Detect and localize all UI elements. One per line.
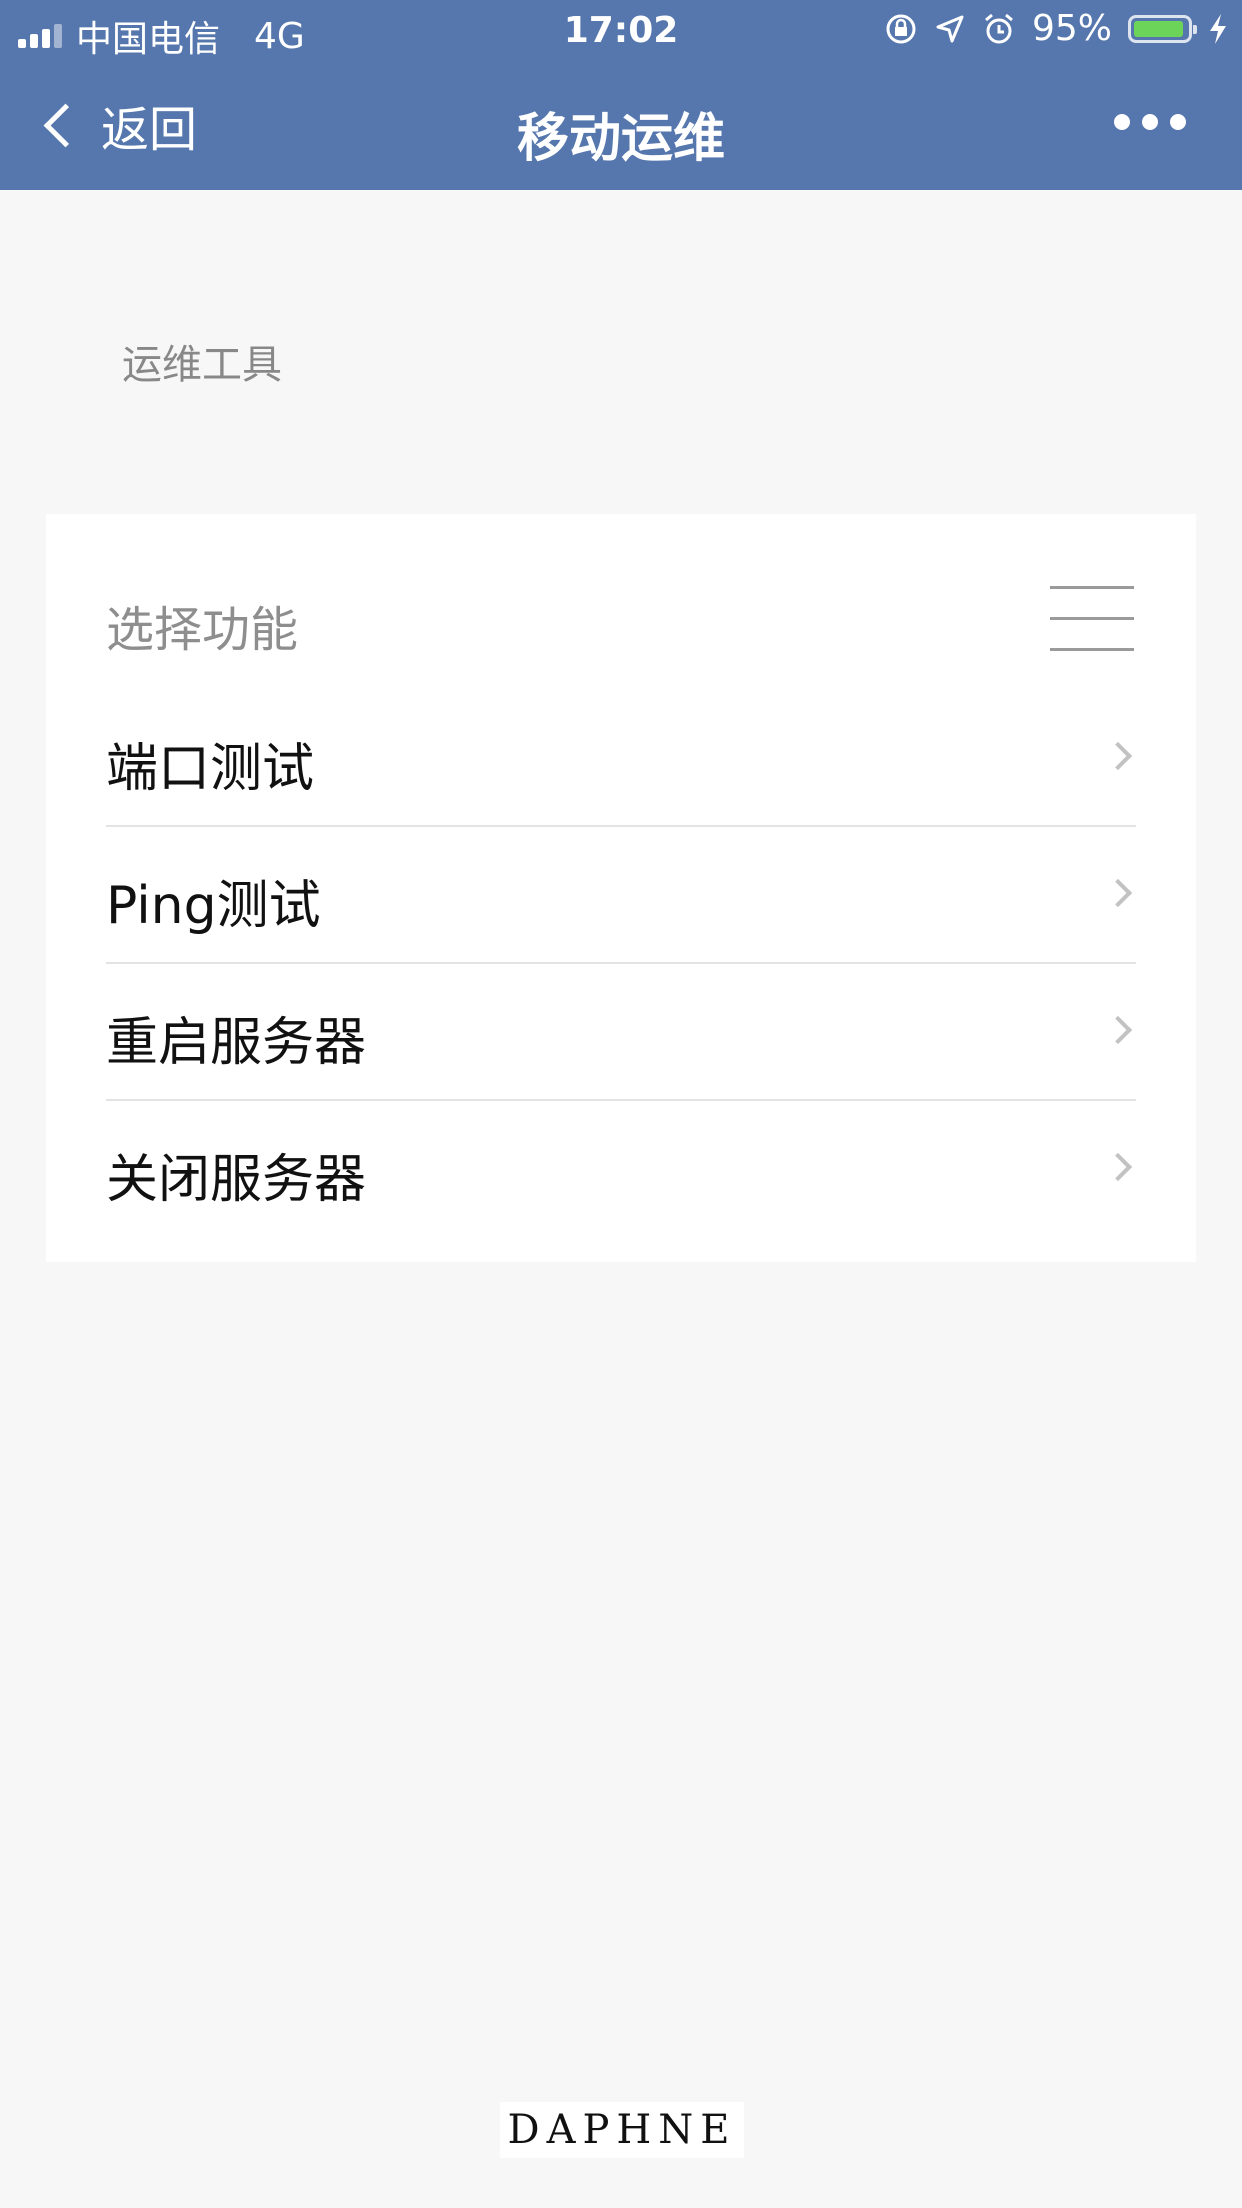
list-item-ping-test[interactable]: Ping测试 bbox=[106, 825, 1136, 962]
status-right: 95% bbox=[884, 8, 1228, 49]
section-label: 运维工具 bbox=[122, 342, 282, 388]
function-card: 选择功能 端口测试 Ping测试 重启服务器 关闭服务器 bbox=[46, 514, 1196, 1262]
orientation-lock-icon bbox=[886, 14, 916, 43]
chevron-right-icon bbox=[1103, 1152, 1133, 1182]
chevron-right-icon bbox=[1103, 741, 1133, 771]
function-list: 端口测试 Ping测试 重启服务器 关闭服务器 bbox=[106, 690, 1136, 1236]
location-icon bbox=[936, 15, 964, 42]
battery-fill bbox=[1134, 20, 1184, 37]
nav-bar: 返回 移动运维 bbox=[0, 62, 1242, 190]
card-header: 选择功能 bbox=[106, 602, 299, 658]
more-options-icon[interactable] bbox=[1114, 114, 1186, 130]
alarm-icon bbox=[985, 13, 1013, 43]
brand-logo: DAPHNE bbox=[500, 2102, 744, 2158]
charging-icon bbox=[1210, 13, 1226, 44]
list-item-label: 关闭服务器 bbox=[106, 1150, 367, 1210]
list-item-restart-server[interactable]: 重启服务器 bbox=[106, 962, 1136, 1099]
list-item-port-test[interactable]: 端口测试 bbox=[106, 690, 1136, 825]
list-item-label: 端口测试 bbox=[106, 739, 315, 799]
status-bar: 中国电信 4G 17:02 95% bbox=[0, 0, 1242, 62]
menu-icon[interactable] bbox=[1050, 586, 1134, 652]
battery-icon bbox=[1128, 14, 1197, 43]
chevron-right-icon bbox=[1103, 878, 1133, 908]
list-item-shutdown-server[interactable]: 关闭服务器 bbox=[106, 1099, 1136, 1236]
list-item-label: Ping测试 bbox=[106, 876, 321, 936]
battery-percent: 95% bbox=[1031, 8, 1112, 49]
list-item-label: 重启服务器 bbox=[106, 1013, 367, 1073]
chevron-right-icon bbox=[1103, 1015, 1133, 1045]
page-title: 移动运维 bbox=[516, 109, 725, 169]
